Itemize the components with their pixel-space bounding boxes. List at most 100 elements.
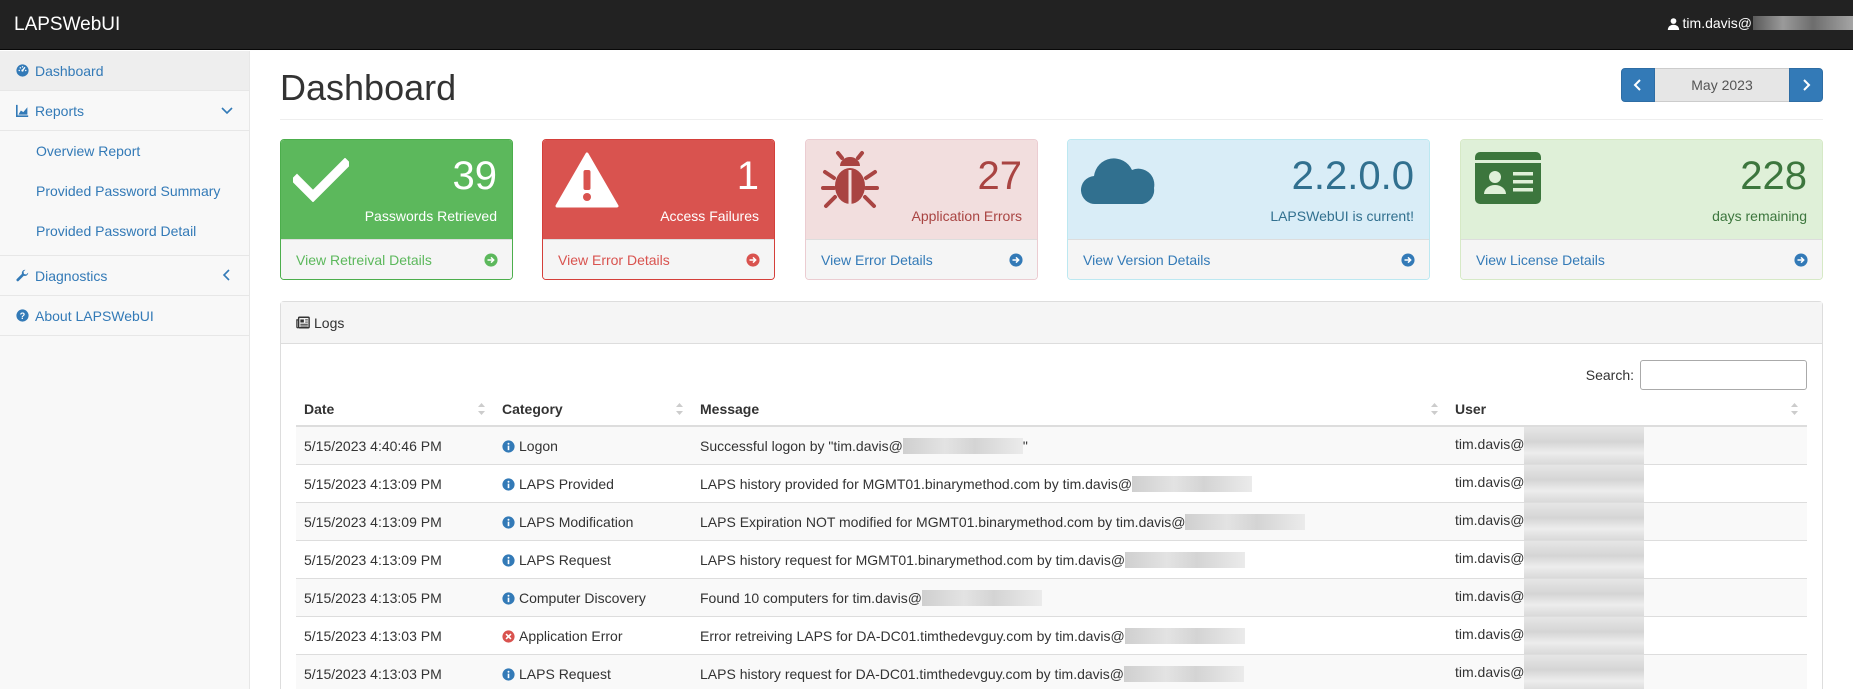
svg-text:?: ? — [20, 311, 25, 321]
sidebar-item-label: Dashboard — [35, 62, 104, 79]
stat-label: Passwords Retrieved — [364, 208, 497, 224]
header-divider — [280, 119, 1823, 120]
sidebar-item-about[interactable]: ? About LAPSWebUI — [0, 296, 249, 336]
sidebar-item-provided-password-summary[interactable]: Provided Password Summary — [0, 171, 249, 211]
column-header-date[interactable]: Date — [296, 392, 494, 427]
view-version-details-link[interactable]: View Version Details — [1068, 239, 1429, 279]
column-header-message[interactable]: Message — [692, 392, 1447, 427]
log-date: 5/15/2023 4:40:46 PM — [296, 426, 494, 465]
arrow-circle-right-icon — [1794, 253, 1808, 267]
stat-value: 27 — [977, 154, 1023, 198]
log-message: Successful logon by "tim.davis@ " — [692, 426, 1447, 465]
info-circle-icon — [502, 515, 515, 529]
log-message-text: LAPS history provided for MGMT01.binarym… — [700, 475, 1133, 492]
dashboard-icon — [16, 64, 29, 77]
sidebar-item-overview-report[interactable]: Overview Report — [0, 131, 249, 171]
logs-table: Date Category Message User 5/15/2023 4:4… — [296, 392, 1807, 689]
table-row[interactable]: 5/15/2023 4:40:46 PM Logon Successful logo… — [296, 426, 1807, 465]
table-row[interactable]: 5/15/2023 4:13:03 PM Application Error Err… — [296, 616, 1807, 655]
log-message: LAPS Expiration NOT modified for MGMT01.… — [692, 502, 1447, 541]
reports-submenu: Overview Report Provided Password Summar… — [0, 131, 249, 256]
top-navbar: LAPSWebUI tim.davis@ — [0, 0, 1853, 50]
brand-link[interactable]: LAPSWebUI — [14, 14, 120, 36]
log-user-text: tim.davis@ — [1455, 474, 1525, 491]
card-link-text: View License Details — [1476, 252, 1605, 268]
sidebar-item-provided-password-detail[interactable]: Provided Password Detail — [0, 211, 249, 251]
id-card-icon — [1475, 152, 1541, 204]
log-user-text: tim.davis@ — [1455, 512, 1525, 529]
chevron-left-icon — [222, 269, 230, 281]
log-date: 5/15/2023 4:13:09 PM — [296, 502, 494, 541]
user-icon — [1667, 17, 1679, 30]
redacted-text — [1524, 427, 1645, 464]
log-category: Computer Discovery — [494, 578, 692, 617]
log-category-label: LAPS Provided — [519, 475, 614, 492]
log-category: Logon — [494, 426, 692, 465]
application-errors-card: 27 Application Errors View Error Details — [805, 139, 1038, 280]
log-user: tim.davis@ — [1447, 616, 1807, 655]
log-user: tim.davis@ — [1447, 540, 1807, 579]
sidebar-item-label: Reports — [35, 102, 85, 119]
sidebar-item-label: About LAPSWebUI — [35, 307, 154, 324]
sidebar: Dashboard Reports Overview Report Provid… — [0, 51, 250, 689]
sidebar-item-label: Diagnostics — [35, 267, 108, 284]
table-row[interactable]: 5/15/2023 4:13:09 PM LAPS Modification LAP… — [296, 502, 1807, 541]
view-error-details-link[interactable]: View Error Details — [543, 239, 774, 279]
chevron-down-icon — [221, 107, 233, 115]
redacted-text — [1124, 627, 1245, 644]
view-license-details-link[interactable]: View License Details — [1461, 239, 1822, 279]
table-row[interactable]: 5/15/2023 4:13:09 PM LAPS Request LAPS his… — [296, 540, 1807, 579]
card-link-text: View Version Details — [1083, 252, 1211, 268]
log-user-text: tim.davis@ — [1455, 436, 1525, 453]
sidebar-item-diagnostics[interactable]: Diagnostics — [0, 256, 249, 296]
redacted-text — [1524, 465, 1645, 502]
log-user-text: tim.davis@ — [1455, 626, 1525, 643]
logs-table-body: 5/15/2023 4:40:46 PM Logon Successful logo… — [296, 426, 1807, 689]
user-name: tim.davis@ — [1682, 15, 1752, 31]
column-header-category[interactable]: Category — [494, 392, 692, 427]
chart-area-icon — [16, 104, 29, 117]
sort-icon — [478, 403, 485, 415]
table-row[interactable]: 5/15/2023 4:13:09 PM LAPS Provided LAPS hi… — [296, 464, 1807, 503]
stat-label: Access Failures — [660, 208, 759, 224]
redacted-text — [1125, 551, 1246, 568]
sidebar-item-reports[interactable]: Reports — [0, 91, 249, 131]
log-user: tim.davis@ — [1447, 502, 1807, 541]
redacted-text — [1753, 16, 1853, 30]
search-label: Search: — [1585, 367, 1634, 383]
info-circle-icon — [502, 477, 515, 491]
redacted-text — [1524, 617, 1645, 654]
current-month: May 2023 — [1655, 68, 1789, 102]
previous-month-button[interactable] — [1621, 68, 1655, 102]
sidebar-item-dashboard[interactable]: Dashboard — [0, 51, 249, 91]
view-error-details-link[interactable]: View Error Details — [806, 239, 1037, 279]
column-header-user[interactable]: User — [1447, 392, 1807, 427]
view-retreival-details-link[interactable]: View Retreival Details — [281, 239, 512, 279]
stat-label: days remaining — [1712, 208, 1807, 224]
log-category-label: Application Error — [519, 627, 623, 644]
table-row[interactable]: 5/15/2023 4:13:03 PM LAPS Request LAPS his… — [296, 654, 1807, 689]
next-month-button[interactable] — [1789, 68, 1823, 102]
log-message-text: LAPS Expiration NOT modified for MGMT01.… — [700, 513, 1186, 530]
search-input[interactable] — [1640, 360, 1807, 390]
redacted-text — [1524, 503, 1645, 540]
chevron-left-icon — [1633, 79, 1641, 91]
log-user-text: tim.davis@ — [1455, 550, 1525, 567]
card-link-text: View Error Details — [558, 252, 670, 268]
log-category: Application Error — [494, 616, 692, 655]
logs-panel-header: Logs — [281, 302, 1822, 344]
stat-value: 1 — [736, 154, 759, 198]
table-row[interactable]: 5/15/2023 4:13:05 PM Computer Discovery Fo… — [296, 578, 1807, 617]
log-message-text: LAPS history request for DA-DC01.timthed… — [700, 665, 1124, 682]
user-menu[interactable]: tim.davis@ — [1667, 15, 1853, 31]
log-category: LAPS Modification — [494, 502, 692, 541]
info-circle-icon — [502, 591, 515, 605]
arrow-circle-right-icon — [1401, 253, 1415, 267]
stat-label: LAPSWebUI is current! — [1270, 208, 1414, 224]
log-user-text: tim.davis@ — [1455, 588, 1525, 605]
log-message: LAPS history request for MGMT01.binaryme… — [692, 540, 1447, 579]
log-message: LAPS history provided for MGMT01.binarym… — [692, 464, 1447, 503]
sort-icon — [1431, 403, 1438, 415]
log-category-label: LAPS Modification — [519, 513, 634, 530]
card-link-text: View Error Details — [821, 252, 933, 268]
